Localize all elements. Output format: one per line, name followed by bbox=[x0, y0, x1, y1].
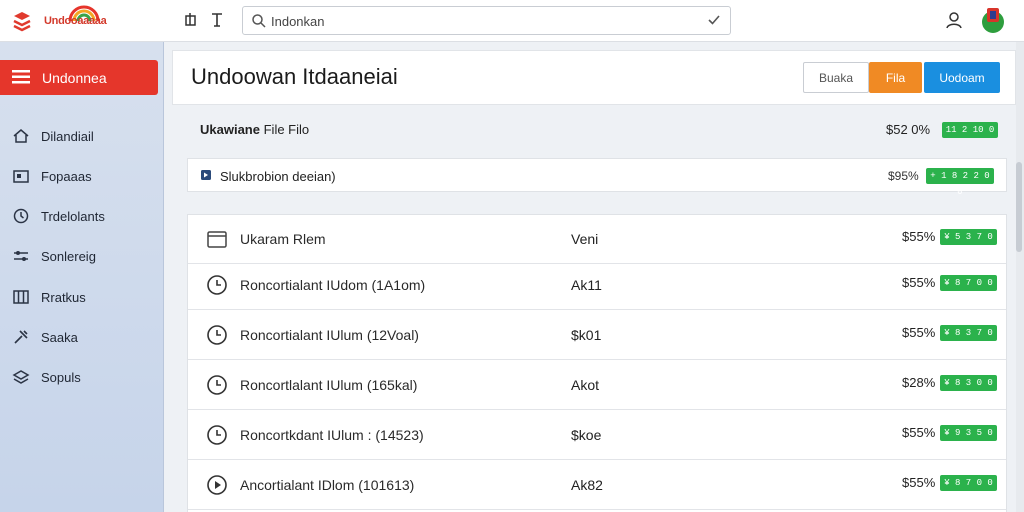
folder-icon bbox=[13, 170, 29, 183]
summary-value: $52 0% bbox=[886, 122, 931, 137]
play-icon bbox=[207, 475, 227, 495]
logo-icon bbox=[13, 12, 31, 32]
page-header: Undoowan Itdaaneiai Buaka Fila Uodoam bbox=[172, 50, 1016, 105]
avatar[interactable] bbox=[981, 6, 1005, 34]
sidebar-item-label: Saaka bbox=[41, 330, 78, 345]
table-cell-name: Ukaram Rlem bbox=[240, 231, 326, 247]
table-header-row[interactable]: Ukaram Rlem Veni $55% ¥ 5 3 7 0 0 bbox=[188, 215, 1006, 264]
folder-icon bbox=[207, 231, 227, 248]
status-badge: ¥ 8 7 0 0 bbox=[940, 275, 997, 291]
table-cell-name: Roncortlalant IUlum (165kal) bbox=[240, 377, 418, 393]
table-cell-mid: Veni bbox=[571, 231, 599, 247]
sidebar-item-label: Rratkus bbox=[41, 290, 86, 305]
sidebar-item-history[interactable]: Trdelolants bbox=[0, 201, 164, 231]
grid-icon bbox=[13, 290, 29, 304]
sub-row[interactable]: Slukbrobion deeian) $95% + 1 8 2 2 0 0 bbox=[187, 158, 1007, 197]
status-badge: ¥ 8 3 7 0 0 bbox=[940, 325, 997, 354]
table-cell-pct: $55% bbox=[902, 325, 936, 340]
table-cell-mid: Akot bbox=[571, 377, 600, 393]
sidebar-item-home[interactable]: Dilandiail bbox=[0, 121, 164, 151]
status-badge: ¥ 8 3 0 0 0 bbox=[940, 375, 997, 404]
table-cell-pct: $55% bbox=[902, 229, 936, 244]
check-icon[interactable] bbox=[706, 12, 722, 28]
settings-icon bbox=[14, 251, 28, 261]
scrollbar[interactable] bbox=[1016, 42, 1024, 512]
table-cell-pct: $55% bbox=[902, 425, 936, 440]
menu-icon bbox=[12, 70, 30, 84]
status-badge: ¥ 5 3 7 0 0 bbox=[940, 229, 997, 258]
sidebar-item-settings[interactable]: Sonlereig bbox=[0, 241, 164, 271]
table-cell-pct: $55% bbox=[902, 275, 936, 290]
secondary-button[interactable]: Buaka bbox=[803, 62, 869, 93]
sidebar-item-folder[interactable]: Fopaaas bbox=[0, 161, 164, 191]
table-row[interactable]: Roncortlalant IUlum (165kal) Akot $28% ¥… bbox=[188, 361, 1006, 410]
table-cell-name: Roncortialant IUdom (1A1om) bbox=[240, 277, 426, 293]
table-cell-pct: $55% bbox=[902, 475, 936, 490]
sidebar-item-label: Trdelolants bbox=[41, 209, 105, 224]
logo-text: Undooaaaaa bbox=[44, 15, 107, 27]
tool-icon bbox=[14, 330, 28, 344]
summary-label-rest: File Filo bbox=[263, 122, 310, 137]
clock-icon bbox=[207, 275, 227, 295]
text-cursor-icon[interactable] bbox=[208, 11, 226, 29]
table-cell-name: Roncortialant IUlum (12Voal) bbox=[240, 327, 419, 343]
sidebar-item-active[interactable]: Undonnea bbox=[0, 60, 158, 95]
top-bar: Undooaaaaa bbox=[0, 0, 1024, 42]
scrollbar-thumb[interactable] bbox=[1016, 162, 1022, 252]
clock-icon bbox=[207, 425, 227, 445]
search-bar[interactable] bbox=[242, 6, 731, 35]
table-cell-name: Ancortialant IDlom (101613) bbox=[240, 477, 415, 493]
user-icon[interactable] bbox=[944, 10, 964, 30]
filter-button[interactable]: Fila bbox=[869, 62, 922, 93]
sub-row-value: $95% bbox=[888, 169, 919, 183]
search-icon bbox=[252, 14, 266, 28]
home-icon bbox=[13, 129, 29, 143]
table-cell-pct: $28% bbox=[902, 375, 936, 390]
table-row[interactable]: Roncortkdant IUlum : (14523) $koe $55% ¥… bbox=[188, 411, 1006, 460]
sidebar-item-label: Undonnea bbox=[42, 70, 107, 86]
sidebar-item-tools[interactable]: Saaka bbox=[0, 322, 164, 352]
clock-icon bbox=[207, 325, 227, 345]
sidebar-item-label: Dilandiail bbox=[41, 129, 94, 144]
sidebar-item-layers[interactable]: Sopuls bbox=[0, 362, 164, 392]
sub-row-label: Slukbrobion deeian) bbox=[220, 169, 336, 184]
status-badge: + 1 8 2 2 0 0 bbox=[926, 168, 994, 197]
status-badge: ¥ 8 7 0 0 0 bbox=[940, 475, 997, 504]
search-input[interactable] bbox=[271, 11, 701, 31]
table-cell-mid: $k01 bbox=[571, 327, 602, 343]
page-title: Undoowan Itdaaneiai bbox=[191, 64, 398, 89]
summary-label-bold: Ukawiane bbox=[200, 122, 260, 137]
primary-button[interactable]: Uodoam bbox=[924, 62, 1000, 93]
summary-row: Ukawiane File Filo $52 0% 11 2 10 0 bbox=[188, 116, 1008, 144]
table-row[interactable]: Ancortialant IDlom (101613) Ak82 $55% ¥ … bbox=[188, 461, 1006, 510]
sidebar: Undonnea Dilandiail Fopaaas Trdelolants … bbox=[0, 42, 164, 512]
sidebar-item-label: Fopaaas bbox=[41, 169, 92, 184]
table-cell-mid: $koe bbox=[571, 427, 602, 443]
split-view-icon[interactable] bbox=[184, 11, 202, 29]
table-row[interactable]: Roncortialant IUlum (12Voal) $k01 $55% ¥… bbox=[188, 311, 1006, 360]
clock-icon bbox=[207, 375, 227, 395]
layers-icon bbox=[12, 370, 30, 384]
sidebar-item-label: Sopuls bbox=[41, 370, 81, 385]
table-cell-mid: Ak11 bbox=[571, 277, 602, 293]
table-cell-mid: Ak82 bbox=[571, 477, 603, 493]
status-badge: 11 2 10 0 bbox=[942, 122, 998, 138]
clock-icon bbox=[13, 208, 29, 224]
sidebar-item-grid[interactable]: Rratkus bbox=[0, 282, 164, 312]
summary-label: Ukawiane File Filo bbox=[200, 122, 309, 137]
status-badge: ¥ 9 3 5 0 0 bbox=[940, 425, 997, 454]
file-table: Ukaram Rlem Veni $55% ¥ 5 3 7 0 0 Roncor… bbox=[187, 214, 1007, 512]
file-icon bbox=[201, 170, 211, 180]
sidebar-item-label: Sonlereig bbox=[41, 249, 96, 264]
table-cell-name: Roncortkdant IUlum : (14523) bbox=[240, 427, 424, 443]
table-row[interactable]: Roncortialant IUdom (1A1om) Ak11 $55% ¥ … bbox=[188, 261, 1006, 310]
